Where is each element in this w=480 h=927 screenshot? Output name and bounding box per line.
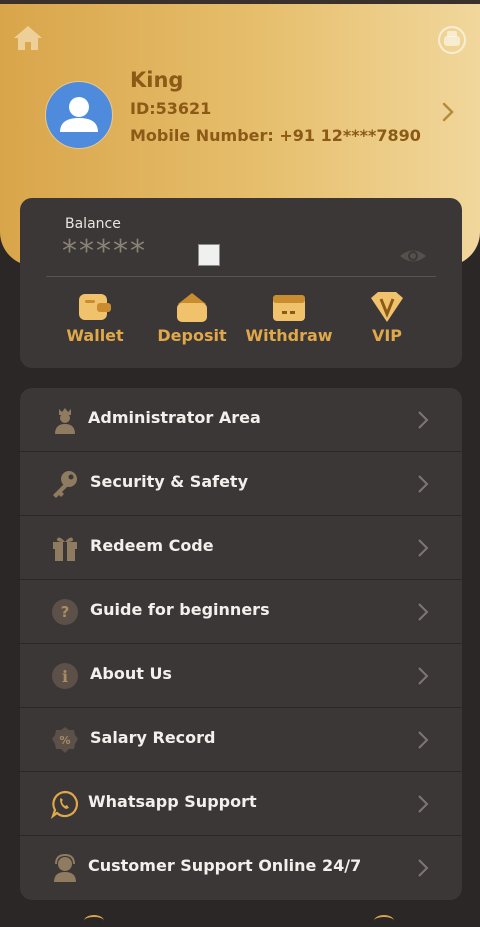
whatsapp-icon	[50, 790, 79, 819]
menu-item-whatsapp-support[interactable]: Whatsapp Support	[20, 772, 462, 836]
menu-label: Security & Safety	[90, 472, 249, 491]
avatar[interactable]	[45, 81, 113, 149]
user-mobile: Mobile Number: +91 12****7890	[130, 126, 421, 145]
refresh-balance-icon[interactable]	[198, 244, 220, 266]
wallet-icon	[79, 294, 111, 320]
support-agent-icon	[54, 853, 76, 882]
chevron-right-icon	[418, 795, 429, 813]
menu-label: Administrator Area	[88, 408, 261, 427]
withdraw-label: Withdraw	[245, 326, 333, 345]
menu-label: Salary Record	[90, 728, 216, 747]
user-name: King	[130, 68, 184, 92]
svg-text:i: i	[62, 667, 68, 686]
chevron-right-icon	[418, 411, 429, 429]
chevron-right-icon	[418, 603, 429, 621]
wallet-button[interactable]: Wallet	[50, 290, 140, 352]
admin-icon	[55, 408, 75, 434]
bottom-decoration	[84, 915, 104, 927]
svg-text:%: %	[59, 734, 70, 747]
eye-icon[interactable]	[398, 244, 428, 268]
key-icon	[53, 471, 77, 498]
balance-card: Balance ***** Wallet Deposit Withdraw VI…	[20, 198, 462, 368]
menu-item-administrator-area[interactable]: Administrator Area	[20, 388, 462, 452]
gift-icon	[53, 537, 77, 561]
chevron-right-icon	[418, 859, 429, 877]
home-icon[interactable]	[12, 24, 44, 52]
chevron-right-icon	[418, 667, 429, 685]
svg-text:?: ?	[61, 603, 70, 621]
deposit-button[interactable]: Deposit	[147, 290, 237, 352]
menu-label: Redeem Code	[90, 536, 214, 555]
balance-value: *****	[62, 234, 147, 269]
menu-item-customer-support[interactable]: Customer Support Online 24/7	[20, 836, 462, 900]
vip-label: VIP	[371, 326, 403, 345]
balance-label: Balance	[65, 216, 121, 232]
vip-icon	[371, 292, 403, 322]
customer-service-icon[interactable]	[436, 24, 468, 56]
percent-badge-icon: %	[52, 727, 78, 753]
info-icon: i	[52, 663, 78, 689]
withdraw-button[interactable]: Withdraw	[244, 290, 334, 352]
menu-label: About Us	[90, 664, 172, 683]
settings-menu: Administrator Area Security & Safety Red…	[20, 388, 462, 900]
withdraw-icon	[273, 295, 305, 321]
menu-item-security-safety[interactable]: Security & Safety	[20, 452, 462, 516]
menu-label: Whatsapp Support	[88, 792, 257, 811]
menu-item-redeem-code[interactable]: Redeem Code	[20, 516, 462, 580]
vip-button[interactable]: VIP	[342, 290, 432, 352]
question-icon: ?	[52, 599, 78, 625]
menu-item-about-us[interactable]: i About Us	[20, 644, 462, 708]
user-avatar-icon	[60, 97, 98, 132]
menu-item-salary-record[interactable]: % Salary Record	[20, 708, 462, 772]
menu-item-guide-for-beginners[interactable]: ? Guide for beginners	[20, 580, 462, 644]
chevron-right-icon	[418, 475, 429, 493]
balance-divider	[46, 276, 436, 277]
chevron-right-icon	[418, 539, 429, 557]
chevron-right-icon[interactable]	[440, 101, 456, 123]
bottom-decoration	[374, 915, 394, 927]
menu-label: Customer Support Online 24/7	[88, 856, 362, 875]
deposit-icon	[177, 293, 207, 322]
wallet-label: Wallet	[66, 326, 124, 345]
chevron-right-icon	[418, 731, 429, 749]
menu-label: Guide for beginners	[90, 600, 270, 619]
user-id: ID:53621	[130, 99, 212, 118]
deposit-label: Deposit	[157, 326, 227, 345]
